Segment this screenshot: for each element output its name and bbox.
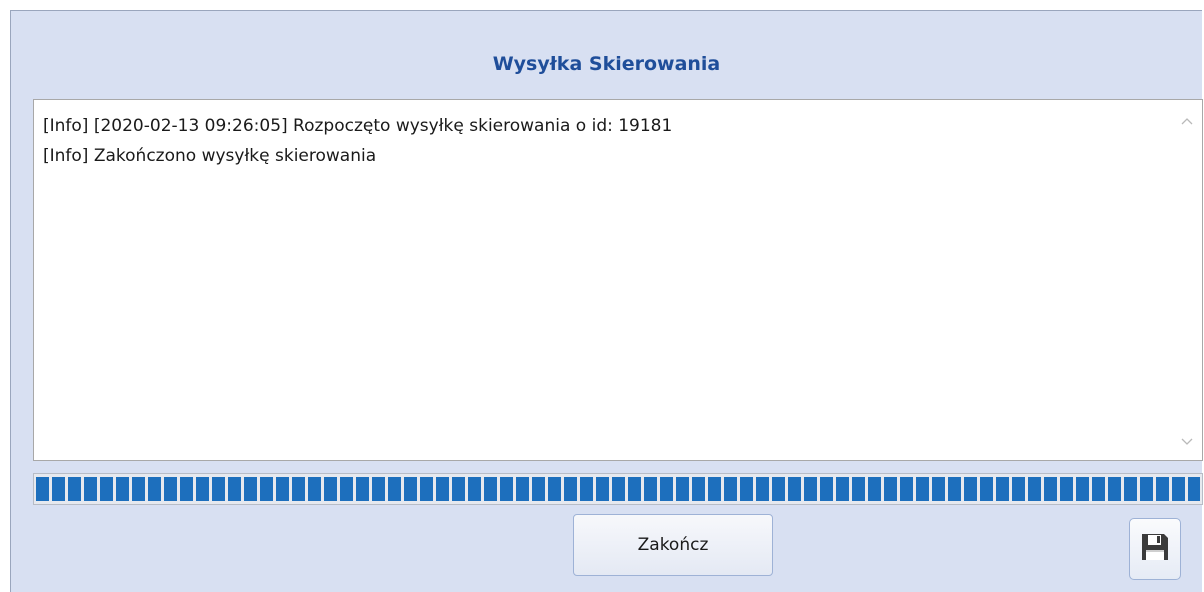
progress-track [36, 477, 1200, 501]
log-textarea[interactable]: [Info] [2020-02-13 09:26:05] Rozpoczęto … [33, 99, 1203, 461]
finish-button-label: Zakończ [637, 535, 709, 555]
log-lines: [Info] [2020-02-13 09:26:05] Rozpoczęto … [43, 111, 1162, 171]
vertical-scrollbar[interactable] [1172, 100, 1202, 460]
save-button[interactable] [1129, 518, 1181, 580]
floppy-disk-icon [1140, 532, 1170, 566]
dialog-title: Wysyłka Skierowania [492, 53, 721, 75]
scroll-down-arrow-icon[interactable] [1178, 436, 1196, 452]
progress-fill [36, 477, 1200, 501]
log-line: [Info] Zakończono wysyłkę skierowania [43, 146, 377, 166]
scroll-up-arrow-icon[interactable] [1178, 115, 1196, 131]
finish-button[interactable]: Zakończ [573, 514, 773, 576]
log-line: [Info] [2020-02-13 09:26:05] Rozpoczęto … [43, 116, 673, 136]
send-referral-dialog: Wysyłka Skierowania [Info] [2020-02-13 0… [10, 10, 1203, 592]
progress-bar [33, 473, 1203, 505]
